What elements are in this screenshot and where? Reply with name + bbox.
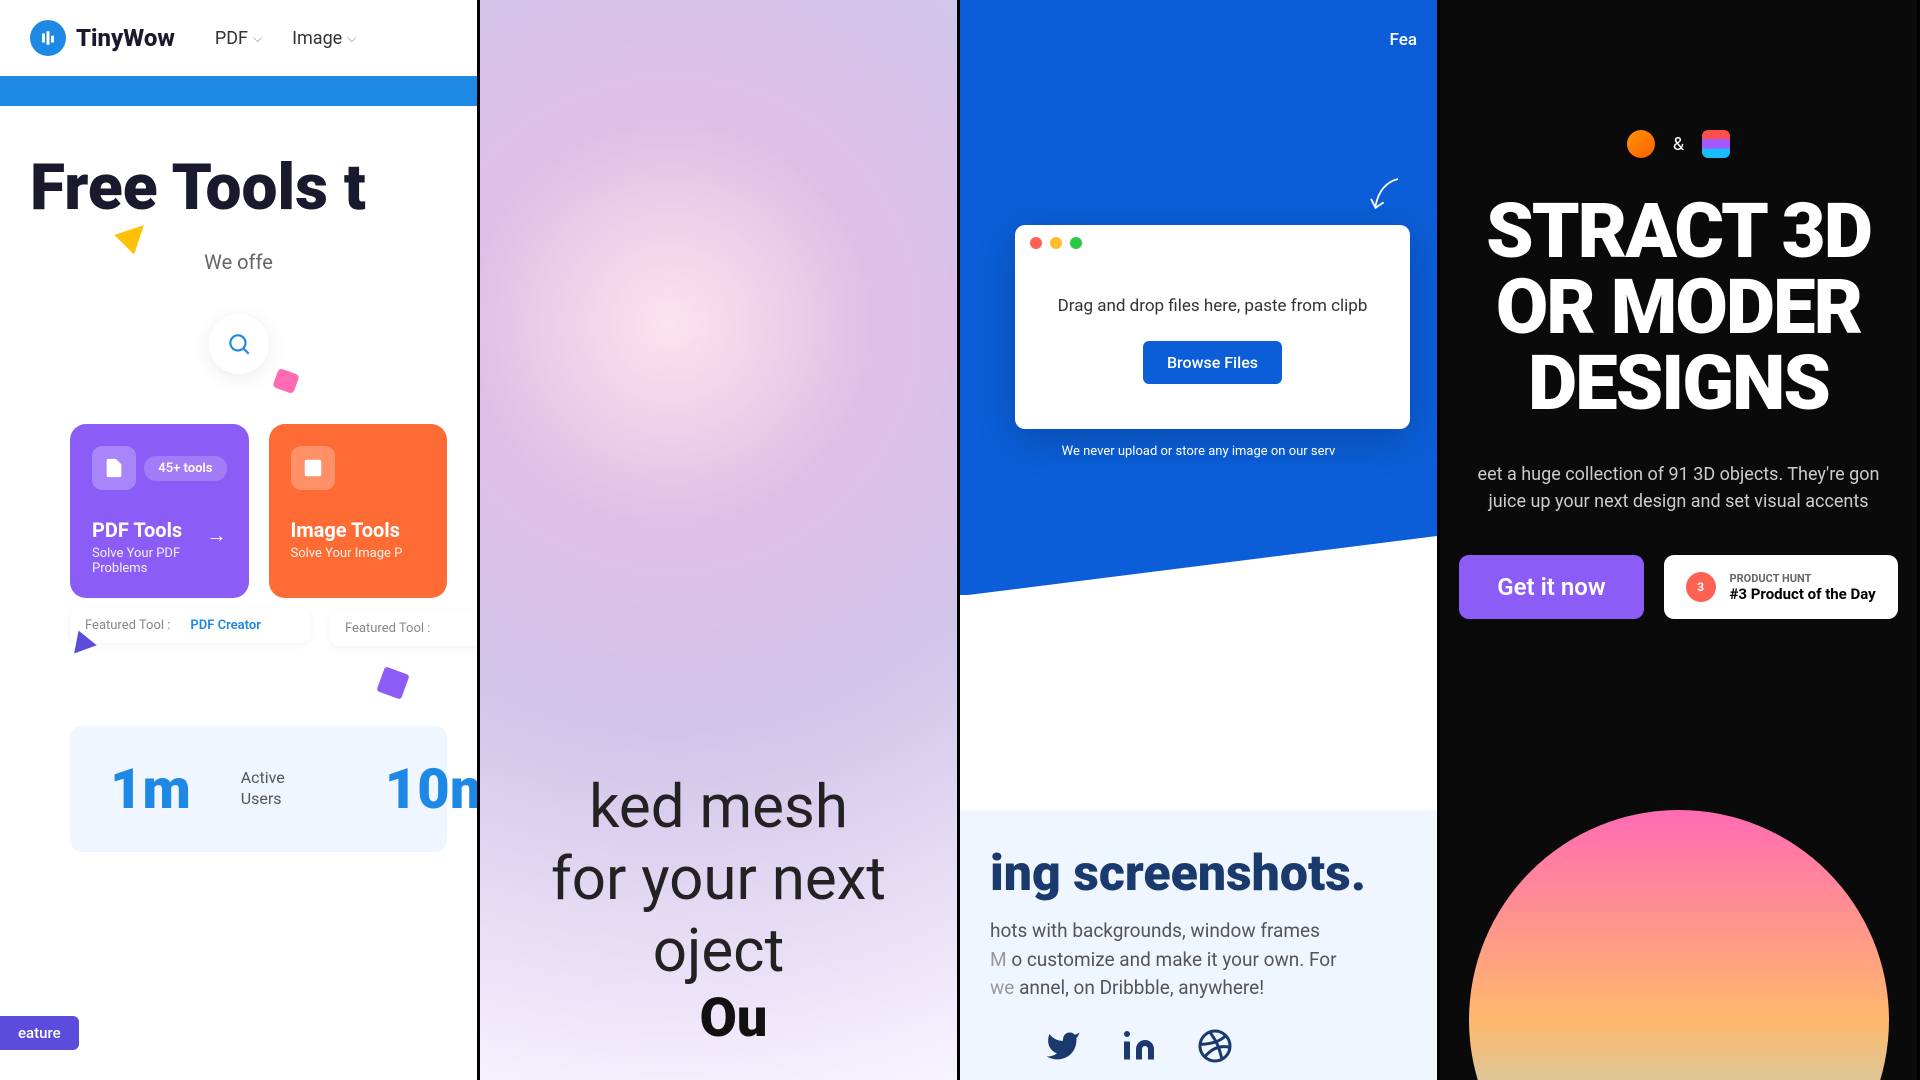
feature-tab[interactable]: eature: [0, 1016, 79, 1050]
blender-icon: [1627, 130, 1655, 158]
window-titlebar: [1015, 225, 1410, 261]
pdf-tools-card[interactable]: 45+ tools PDF Tools Solve Your PDF Probl…: [70, 424, 249, 598]
upload-hero: Fea Drag and drop files here, paste from…: [960, 0, 1437, 595]
product-hunt-badge[interactable]: 3 PRODUCT HUNT #3 Product of the Day: [1664, 555, 1898, 619]
stat-label: Active Users: [241, 768, 285, 810]
header: TinyWow PDF⌵ Image⌵: [0, 0, 477, 76]
curved-arrow-icon: [1362, 170, 1407, 225]
featured-label: Featured Tool :: [345, 621, 430, 636]
bottom-section: ing screenshots. hots with backgrounds, …: [960, 810, 1437, 1080]
tool-count-badge: 45+ tools: [144, 456, 226, 481]
decor-3d-blob: [1469, 810, 1889, 1080]
linkedin-icon[interactable]: [1121, 1028, 1157, 1064]
disclaimer-text: We never upload or store any image on ou…: [960, 444, 1437, 459]
cta-row: Get it now 3 PRODUCT HUNT #3 Product of …: [1440, 555, 1917, 619]
upload-window: Drag and drop files here, paste from cli…: [1015, 225, 1410, 429]
chevron-down-icon: ⌵: [253, 31, 262, 46]
featured-tool[interactable]: Featured Tool : PDF Creator: [70, 608, 310, 643]
decor-shape: [272, 368, 300, 394]
arrow-right-icon: →: [207, 523, 227, 548]
featured-label: Featured Tool :: [85, 618, 170, 633]
tinywow-panel: TinyWow PDF⌵ Image⌵ Free Tools t We offe…: [0, 0, 480, 1080]
card-title: Image Tools: [291, 518, 426, 542]
image-icon: [291, 446, 335, 490]
dribbble-icon[interactable]: [1197, 1028, 1233, 1064]
abstract-3d-panel: & STRACT 3D OR MODER DESIGNS eet a huge …: [1440, 0, 1920, 1080]
twitter-icon[interactable]: [1045, 1028, 1081, 1064]
hero-description: eet a huge collection of 91 3D objects. …: [1460, 461, 1897, 515]
search-icon: [226, 331, 252, 357]
get-it-now-button[interactable]: Get it now: [1459, 555, 1643, 619]
ph-label: PRODUCT HUNT: [1730, 572, 1876, 585]
upload-dropzone[interactable]: Drag and drop files here, paste from cli…: [1015, 261, 1410, 429]
social-icons: [990, 1028, 1407, 1064]
mesh-subtitle: Ou: [700, 987, 768, 1050]
hero-title: STRACT 3D OR MODER DESIGNS: [1440, 193, 1917, 421]
section-title: ing screenshots.: [990, 845, 1407, 903]
featured-tool[interactable]: Featured Tool :: [330, 611, 480, 646]
hero: Free Tools t We offe: [0, 106, 477, 394]
image-tools-card[interactable]: Image Tools Solve Your Image P: [269, 424, 448, 598]
hero-title: Free Tools t: [30, 156, 447, 220]
tool-icons: &: [1440, 130, 1917, 158]
chevron-down-icon: ⌵: [347, 31, 356, 46]
decor-diagonal: [960, 536, 1437, 596]
mesh-title: ked mesh for your next oject: [500, 771, 937, 987]
search-button[interactable]: [209, 314, 269, 374]
logo[interactable]: TinyWow: [30, 20, 175, 56]
maximize-dot-icon: [1070, 237, 1082, 249]
card-subtitle: Solve Your Image P: [291, 546, 426, 561]
ph-rank: #3 Product of the Day: [1730, 585, 1876, 603]
mesh-gradient-panel: ked mesh for your next oject Ou: [480, 0, 960, 1080]
section-text: hots with backgrounds, window frames M o…: [990, 917, 1407, 1003]
medal-icon: 3: [1686, 572, 1716, 602]
ampersand: &: [1673, 134, 1684, 155]
ph-text: PRODUCT HUNT #3 Product of the Day: [1730, 572, 1876, 603]
tool-cards: 45+ tools PDF Tools Solve Your PDF Probl…: [0, 394, 477, 598]
logo-text: TinyWow: [76, 24, 175, 52]
logo-icon: [30, 20, 66, 56]
minimize-dot-icon: [1050, 237, 1062, 249]
close-dot-icon: [1030, 237, 1042, 249]
stat-number: 1m: [110, 756, 191, 822]
nav-image[interactable]: Image⌵: [292, 28, 356, 49]
dropzone-text: Drag and drop files here, paste from cli…: [1035, 296, 1390, 316]
pdf-icon: [92, 446, 136, 490]
figma-icon: [1702, 130, 1730, 158]
banner-bar: [0, 76, 477, 106]
mesh-content: ked mesh for your next oject Ou: [480, 771, 957, 1050]
browse-files-button[interactable]: Browse Files: [1143, 341, 1282, 384]
card-subtitle: Solve Your PDF Problems: [92, 546, 227, 576]
stat-number: 10m: [385, 756, 480, 822]
nav: PDF⌵ Image⌵: [215, 28, 356, 49]
nav-link[interactable]: Fea: [1390, 30, 1417, 50]
hero-subtitle: We offe: [30, 250, 447, 274]
screenshots-panel: Fea Drag and drop files here, paste from…: [960, 0, 1440, 1080]
nav-pdf[interactable]: PDF⌵: [215, 28, 262, 49]
stats-bar: 1m Active Users 10m: [70, 726, 447, 852]
featured-link: PDF Creator: [190, 618, 260, 633]
top-nav: Fea: [960, 30, 1437, 50]
decor-shape: [376, 666, 409, 699]
